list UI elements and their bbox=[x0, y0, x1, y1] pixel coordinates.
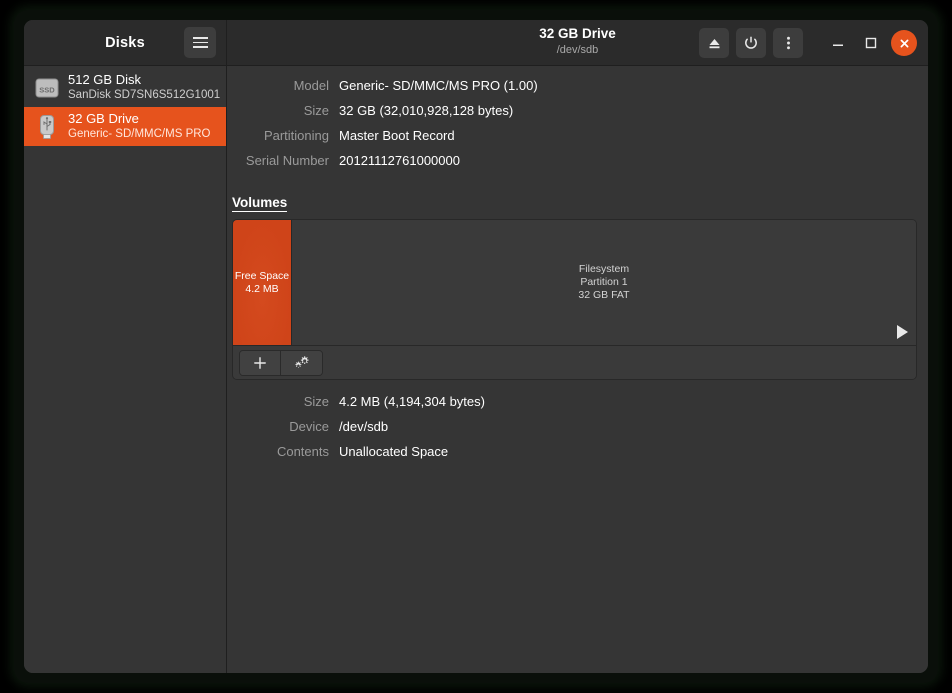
hamburger-icon-line bbox=[192, 46, 208, 48]
property-row-partitioning: Partitioning Master Boot Record bbox=[227, 128, 907, 153]
detail-value: /dev/sdb bbox=[339, 419, 389, 434]
eject-icon bbox=[709, 38, 719, 48]
power-button[interactable] bbox=[736, 28, 766, 58]
plus-icon bbox=[254, 356, 266, 369]
free-space-segment-label: Free Space 4.2 MB bbox=[235, 270, 289, 296]
partition-1-segment[interactable]: Filesystem Partition 1 32 GB FAT bbox=[292, 220, 916, 345]
detail-key: Device bbox=[289, 419, 329, 434]
overflow-menu-button[interactable] bbox=[773, 28, 803, 58]
property-key: Model bbox=[293, 78, 329, 93]
screen: Disks 32 GB Drive /dev/sdb SSD 512 GB Di… bbox=[0, 0, 952, 693]
kebab-menu-icon bbox=[786, 36, 790, 50]
volumes-bar: Free Space 4.2 MB Filesystem Partition 1… bbox=[233, 220, 916, 346]
minimize-icon bbox=[833, 44, 843, 46]
property-row-serial-number: Serial Number 20121112761000000 bbox=[227, 153, 907, 178]
maximize-icon bbox=[865, 37, 877, 49]
sidebar-item-subtitle: Generic- SD/MMC/MS PRO bbox=[68, 128, 211, 140]
volumes-panel: Free Space 4.2 MB Filesystem Partition 1… bbox=[232, 219, 917, 380]
disks-window: Disks 32 GB Drive /dev/sdb SSD 512 GB Di… bbox=[24, 20, 928, 673]
minimize-button[interactable] bbox=[825, 28, 851, 58]
partition-1-segment-label: Filesystem Partition 1 32 GB FAT bbox=[578, 263, 629, 302]
segment-line: Partition 1 bbox=[580, 276, 628, 288]
property-key: Partitioning bbox=[263, 128, 329, 143]
detail-row-contents: Contents Unallocated Space bbox=[227, 444, 907, 469]
ssd-icon: SSD bbox=[34, 73, 60, 103]
detail-key: Contents bbox=[276, 444, 329, 459]
property-key: Serial Number bbox=[245, 153, 329, 168]
additional-partition-options-button[interactable] bbox=[281, 350, 322, 375]
sidebar-item-32gb-drive[interactable]: 32 GB Drive Generic- SD/MMC/MS PRO bbox=[24, 107, 226, 146]
sidebar-item-text: 32 GB Drive Generic- SD/MMC/MS PRO bbox=[68, 111, 211, 142]
volumes-toolbar-group bbox=[239, 349, 323, 376]
property-value: 32 GB (32,010,928,128 bytes) bbox=[339, 103, 514, 118]
usb-drive-icon bbox=[34, 112, 60, 142]
property-value: 20121112761000000 bbox=[339, 153, 460, 168]
window-body: SSD 512 GB Disk SanDisk SD7SN6S512G1001 bbox=[24, 66, 928, 673]
maximize-button[interactable] bbox=[858, 28, 884, 58]
detail-value: Unallocated Space bbox=[339, 444, 449, 459]
volumes-section-title: Volumes bbox=[232, 195, 907, 212]
sidebar-item-title: 32 GB Drive bbox=[68, 111, 139, 126]
sidebar-item-title: 512 GB Disk bbox=[68, 72, 141, 87]
titlebar-sidebar-section: Disks bbox=[24, 20, 227, 65]
sidebar-item-512gb-disk[interactable]: SSD 512 GB Disk SanDisk SD7SN6S512G1001 bbox=[24, 68, 226, 107]
property-value: Generic- SD/MMC/MS PRO (1.00) bbox=[339, 78, 538, 93]
play-arrow-icon[interactable] bbox=[897, 325, 908, 339]
detail-row-size: Size 4.2 MB (4,194,304 bytes) bbox=[227, 394, 907, 419]
detail-value: 4.2 MB (4,194,304 bytes) bbox=[339, 394, 485, 409]
segment-line: Free Space bbox=[234, 269, 290, 282]
svg-text:SSD: SSD bbox=[39, 85, 55, 94]
segment-line: 32 GB FAT bbox=[578, 289, 630, 301]
close-icon bbox=[900, 39, 908, 47]
property-value: Master Boot Record bbox=[339, 128, 455, 143]
volumes-toolbar bbox=[233, 346, 916, 379]
power-icon bbox=[745, 36, 757, 49]
sidebar-item-text: 512 GB Disk SanDisk SD7SN6S512G1001 bbox=[68, 72, 221, 103]
volumes-section-label: Volumes bbox=[232, 195, 288, 212]
window-controls bbox=[699, 28, 917, 58]
app-title: Disks bbox=[105, 34, 145, 51]
hamburger-menu-button[interactable] bbox=[184, 27, 216, 58]
hamburger-icon-line bbox=[192, 41, 208, 44]
eject-button[interactable] bbox=[699, 28, 729, 58]
hamburger-icon-line bbox=[192, 37, 208, 39]
detail-key: Size bbox=[303, 394, 329, 409]
detail-row-device: Device /dev/sdb bbox=[227, 419, 907, 444]
volume-details: Size 4.2 MB (4,194,304 bytes) Device /de… bbox=[227, 394, 907, 469]
close-button[interactable] bbox=[891, 30, 917, 56]
titlebar: Disks 32 GB Drive /dev/sdb bbox=[24, 20, 928, 66]
sidebar-item-subtitle: SanDisk SD7SN6S512G1001 bbox=[68, 89, 221, 101]
free-space-segment[interactable]: Free Space 4.2 MB bbox=[233, 220, 292, 345]
property-row-size: Size 32 GB (32,010,928,128 bytes) bbox=[227, 103, 907, 128]
segment-line: 4.2 MB bbox=[245, 282, 279, 295]
property-row-model: Model Generic- SD/MMC/MS PRO (1.00) bbox=[227, 78, 907, 103]
property-key: Size bbox=[303, 103, 329, 118]
gears-icon bbox=[295, 356, 309, 368]
segment-line: Filesystem bbox=[578, 263, 630, 275]
drive-properties: Model Generic- SD/MMC/MS PRO (1.00) Size… bbox=[227, 78, 907, 178]
create-partition-button[interactable] bbox=[240, 350, 281, 375]
titlebar-main-section: 32 GB Drive /dev/sdb bbox=[227, 20, 928, 65]
main-content: Model Generic- SD/MMC/MS PRO (1.00) Size… bbox=[227, 66, 928, 673]
sidebar: SSD 512 GB Disk SanDisk SD7SN6S512G1001 bbox=[24, 66, 227, 673]
